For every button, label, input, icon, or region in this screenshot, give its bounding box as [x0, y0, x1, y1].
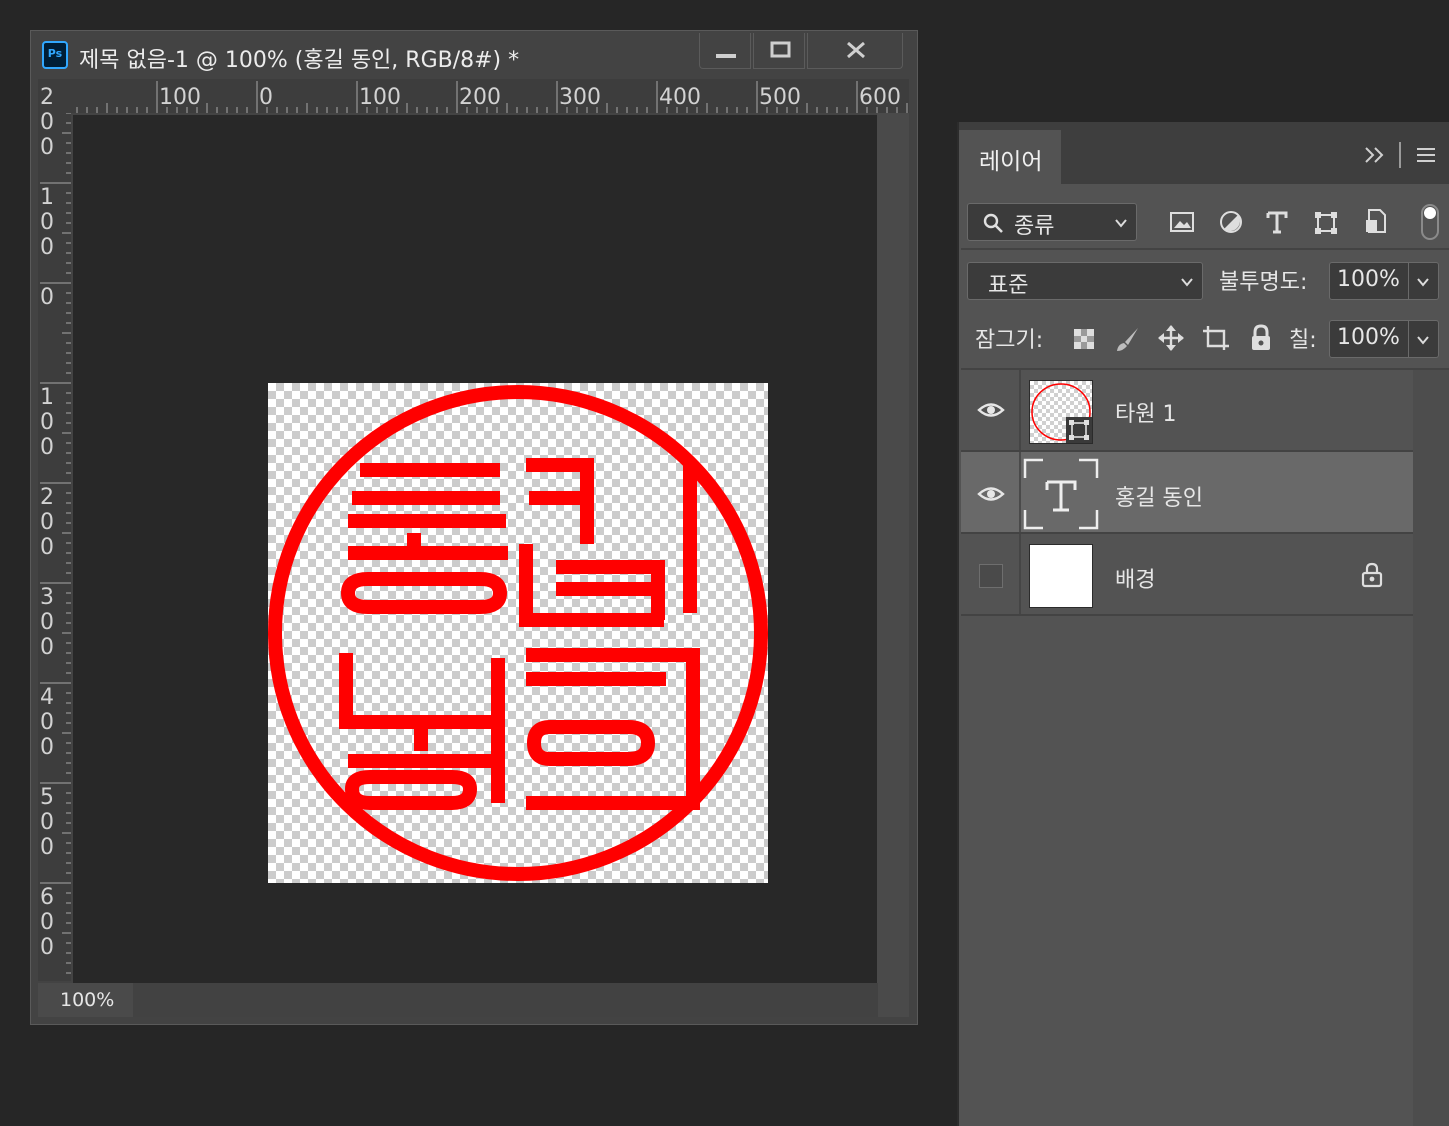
zoom-level[interactable]: 100%: [60, 989, 114, 1011]
maximize-button[interactable]: [753, 33, 805, 69]
ruler-label: 200: [40, 485, 54, 560]
horizontal-scrollbar[interactable]: [133, 983, 878, 1017]
ruler-label: 200: [459, 85, 501, 110]
document-title: 제목 없음-1 @ 100% (홍길 동인, RGB/8#) *: [79, 48, 520, 73]
layer-row-background[interactable]: 배경: [961, 534, 1413, 614]
layer-thumbnail: [1029, 380, 1093, 444]
canvas-area[interactable]: [73, 115, 877, 983]
minimize-button[interactable]: [699, 33, 751, 69]
ruler-label: 100: [40, 385, 54, 460]
ruler-label: 100: [159, 85, 201, 110]
layer-name[interactable]: 홍길 동인: [1115, 480, 1203, 512]
glyph-hong: [340, 463, 508, 614]
photoshop-app-icon: Ps: [42, 41, 68, 69]
ruler-label: 100: [40, 185, 54, 260]
layers-panel: 레이어 종류 표준 불투명도: 100% 잠그기: 칠: 100% 타원 1 홍…: [957, 122, 1449, 1126]
status-bar: 100%: [38, 983, 909, 1017]
chevron-down-icon[interactable]: [1416, 275, 1430, 289]
ruler-label: 100: [359, 85, 401, 110]
document-window: Ps 제목 없음-1 @ 100% (홍길 동인, RGB/8#) * 100 0…: [30, 30, 918, 1025]
smart-object-filter-icon[interactable]: [1363, 208, 1389, 236]
eye-icon[interactable]: [977, 400, 1005, 420]
ruler-label: 400: [659, 85, 701, 110]
ruler-label: 300: [559, 85, 601, 110]
image-filter-icon[interactable]: [1169, 210, 1197, 234]
layers-scrollbar[interactable]: [1413, 370, 1449, 1126]
opacity-label: 불투명도:: [1219, 270, 1308, 295]
close-button[interactable]: [807, 33, 903, 69]
fill-label: 칠:: [1289, 328, 1317, 353]
layer-filter-value: 종류: [1014, 214, 1055, 239]
ruler-label: 0: [40, 285, 54, 310]
document-image[interactable]: [268, 383, 768, 883]
vertical-scrollbar[interactable]: [877, 113, 909, 983]
filter-toggle[interactable]: [1421, 204, 1439, 240]
glyph-in: [526, 648, 700, 810]
layer-row-text[interactable]: 홍길 동인: [961, 452, 1413, 532]
ruler-label: 0: [259, 85, 273, 110]
text-layer-thumbnail-icon: [1023, 458, 1099, 530]
layer-row-ellipse[interactable]: 타원 1: [961, 370, 1413, 450]
ruler-label: 200: [40, 85, 54, 160]
panel-menu-icon[interactable]: [1415, 146, 1437, 164]
horizontal-ruler[interactable]: 100 0 100 200 300 400 500 600: [69, 79, 909, 113]
shape-layer-badge-icon: [1066, 417, 1092, 443]
chevron-down-icon: [1181, 278, 1193, 287]
divider: [961, 248, 1449, 250]
opacity-value: 100%: [1337, 267, 1400, 292]
ruler-label: 600: [40, 885, 54, 960]
blend-mode-value: 표준: [988, 273, 1029, 298]
shape-filter-icon[interactable]: [1313, 210, 1341, 236]
lock-icon[interactable]: [1361, 562, 1383, 588]
layer-name[interactable]: 배경: [1115, 562, 1155, 594]
glyph-gil: [519, 458, 665, 627]
lock-artboard-icon[interactable]: [1201, 324, 1231, 352]
panel-header: 레이어: [959, 122, 1449, 184]
eye-icon[interactable]: [977, 484, 1005, 504]
ruler-label: 400: [40, 685, 54, 760]
ruler-label: 300: [40, 585, 54, 660]
opacity-field[interactable]: 100%: [1329, 262, 1439, 300]
lock-label: 잠그기:: [975, 328, 1044, 353]
type-filter-icon[interactable]: [1265, 210, 1291, 236]
glyph-dong: [339, 653, 505, 810]
fill-value: 100%: [1337, 325, 1400, 350]
minimize-icon: [716, 54, 736, 58]
layer-name[interactable]: 타원 1: [1115, 396, 1176, 428]
tab-layers-label: 레이어: [979, 149, 1043, 175]
search-icon: [983, 213, 1003, 233]
header-divider: [1399, 142, 1401, 168]
adjustment-filter-icon[interactable]: [1219, 210, 1245, 236]
stamp-artwork: [268, 385, 768, 881]
lock-paint-icon[interactable]: [1115, 326, 1141, 352]
tab-layers[interactable]: 레이어: [959, 130, 1061, 184]
fill-field[interactable]: 100%: [1329, 320, 1439, 358]
maximize-icon: [770, 41, 791, 58]
layer-filter-select[interactable]: 종류: [967, 203, 1137, 241]
ruler-label: 600: [859, 85, 901, 110]
layer-thumbnail: [1029, 544, 1093, 608]
lock-all-icon[interactable]: [1249, 324, 1273, 352]
chevron-down-icon: [1115, 219, 1127, 228]
visibility-toggle-off[interactable]: [979, 564, 1003, 588]
ruler-label: 500: [40, 785, 54, 860]
chevron-down-icon[interactable]: [1416, 333, 1430, 347]
blend-mode-select[interactable]: 표준: [967, 262, 1203, 300]
collapse-icon[interactable]: [1363, 144, 1387, 166]
ruler-label: 500: [759, 85, 801, 110]
close-icon: [847, 41, 865, 59]
lock-transparent-icon[interactable]: [1073, 328, 1095, 350]
vertical-ruler[interactable]: 200 100 0 100 200 300 400 500 600: [38, 85, 71, 981]
lock-move-icon[interactable]: [1157, 324, 1185, 352]
document-title-bar[interactable]: Ps 제목 없음-1 @ 100% (홍길 동인, RGB/8#) *: [31, 31, 917, 79]
